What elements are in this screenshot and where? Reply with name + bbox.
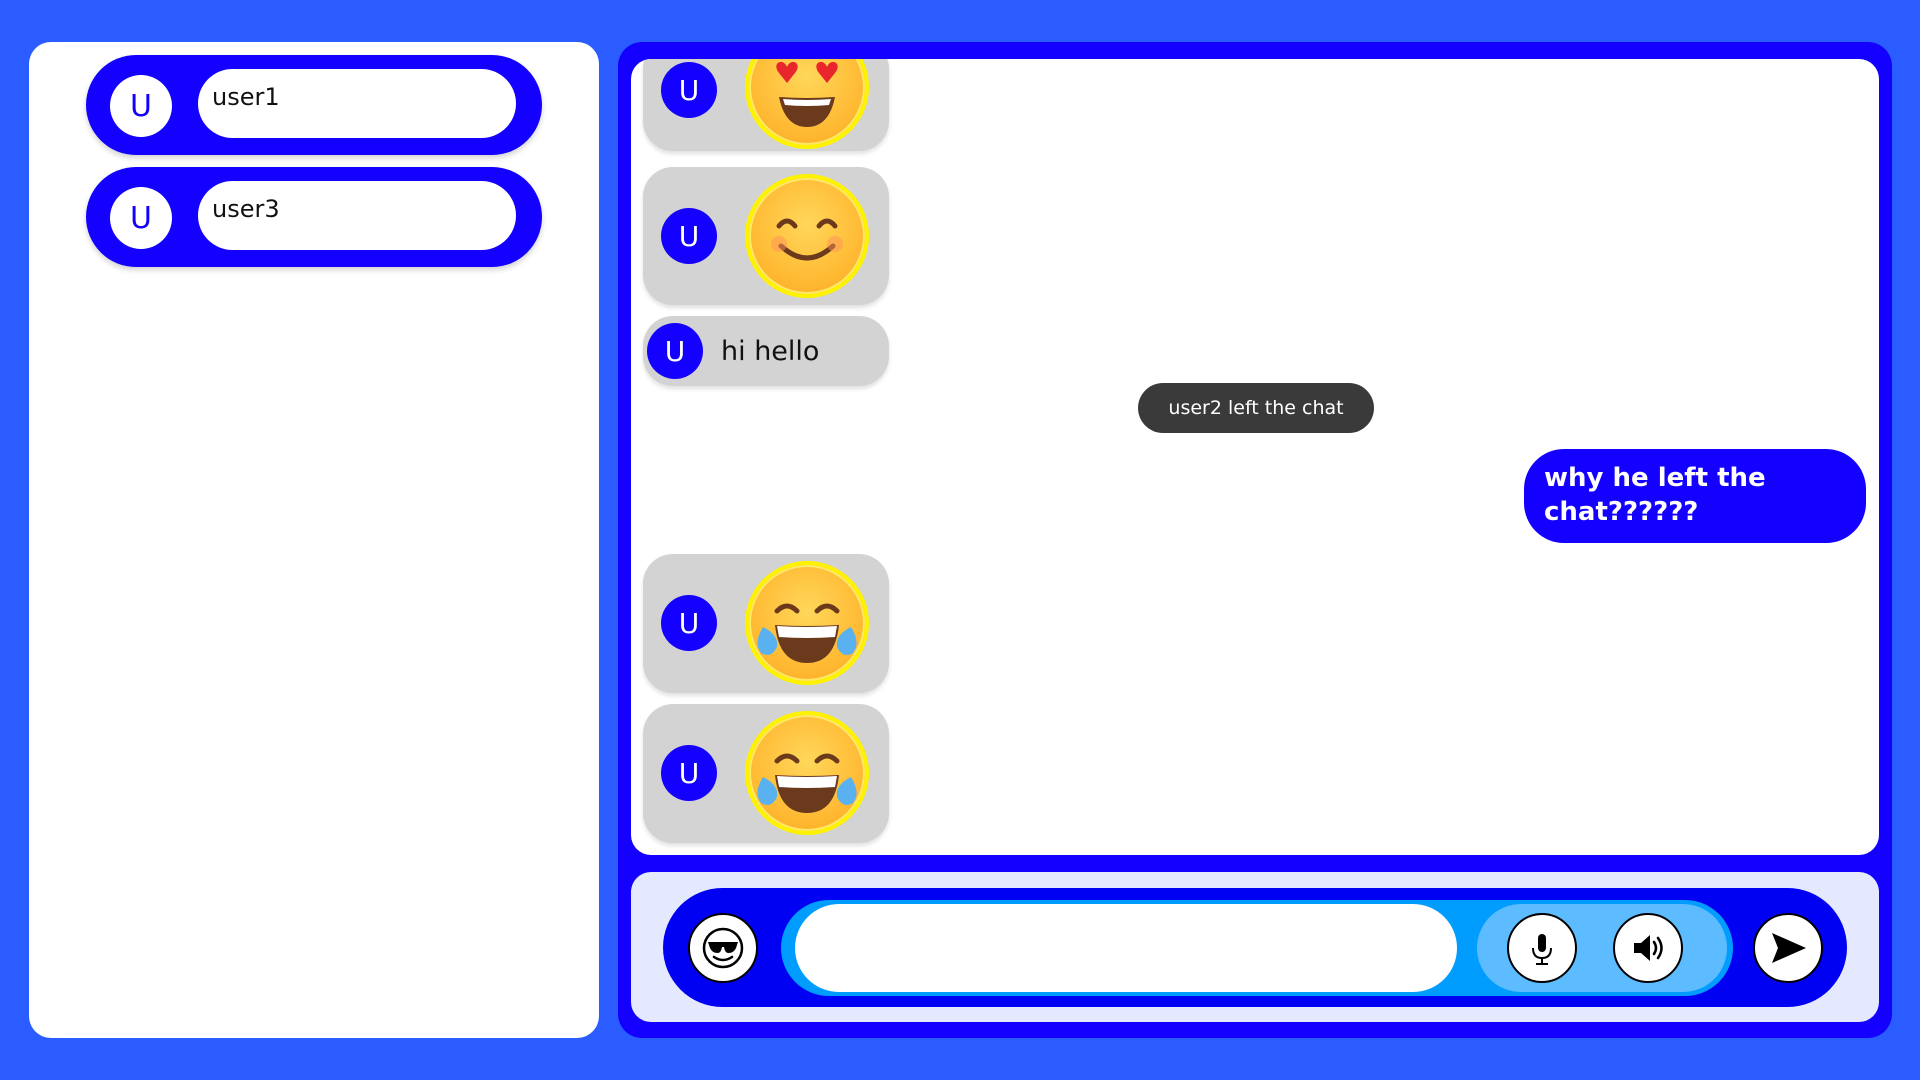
avatar: U (661, 208, 717, 264)
avatar: U (661, 62, 717, 118)
microphone-button[interactable] (1507, 913, 1577, 983)
user-name: user1 (212, 83, 280, 111)
input-track (781, 900, 1733, 996)
voice-tools-pill (1477, 904, 1727, 992)
user-name: user3 (212, 195, 280, 223)
emoji-picker-button[interactable] (688, 913, 758, 983)
heart-eyes-emoji (745, 59, 869, 149)
system-notification: user2 left the chat (1138, 383, 1374, 433)
own-message-bubble: why he left the chat?????? (1524, 449, 1866, 543)
tears-of-joy-emoji (745, 561, 869, 685)
send-button[interactable] (1753, 913, 1823, 983)
user-card-user3[interactable]: U user3 (86, 167, 542, 267)
speaker-button[interactable] (1613, 913, 1683, 983)
avatar: U (647, 323, 703, 379)
user-name-pill: user3 (198, 181, 516, 250)
message-list[interactable]: U U U hi hello user2 left the chat why h… (631, 59, 1879, 855)
message-input[interactable] (795, 904, 1457, 992)
user-card-user1[interactable]: U user1 (86, 55, 542, 155)
avatar: U (661, 745, 717, 801)
message-bubble: U (643, 704, 889, 843)
message-bubble: U (643, 59, 889, 151)
message-bubble: U (643, 554, 889, 693)
avatar: U (110, 187, 172, 249)
send-icon (1772, 933, 1806, 963)
composer-area (631, 872, 1879, 1022)
microphone-icon (1532, 934, 1552, 965)
speaker-icon (1634, 935, 1663, 961)
message-bubble: U hi hello (643, 316, 889, 386)
tears-of-joy-emoji (745, 711, 869, 835)
message-bubble: U (643, 167, 889, 305)
chat-container: U U U hi hello user2 left the chat why h… (618, 42, 1892, 1038)
user-list-panel: U user1 U user3 (29, 42, 599, 1038)
smiling-face-emoji (745, 174, 869, 298)
message-text: hi hello (721, 336, 820, 367)
composer-bar (663, 888, 1847, 1007)
user-name-pill: user1 (198, 69, 516, 138)
sunglasses-face-icon (702, 927, 744, 969)
avatar: U (110, 75, 172, 137)
avatar: U (661, 595, 717, 651)
